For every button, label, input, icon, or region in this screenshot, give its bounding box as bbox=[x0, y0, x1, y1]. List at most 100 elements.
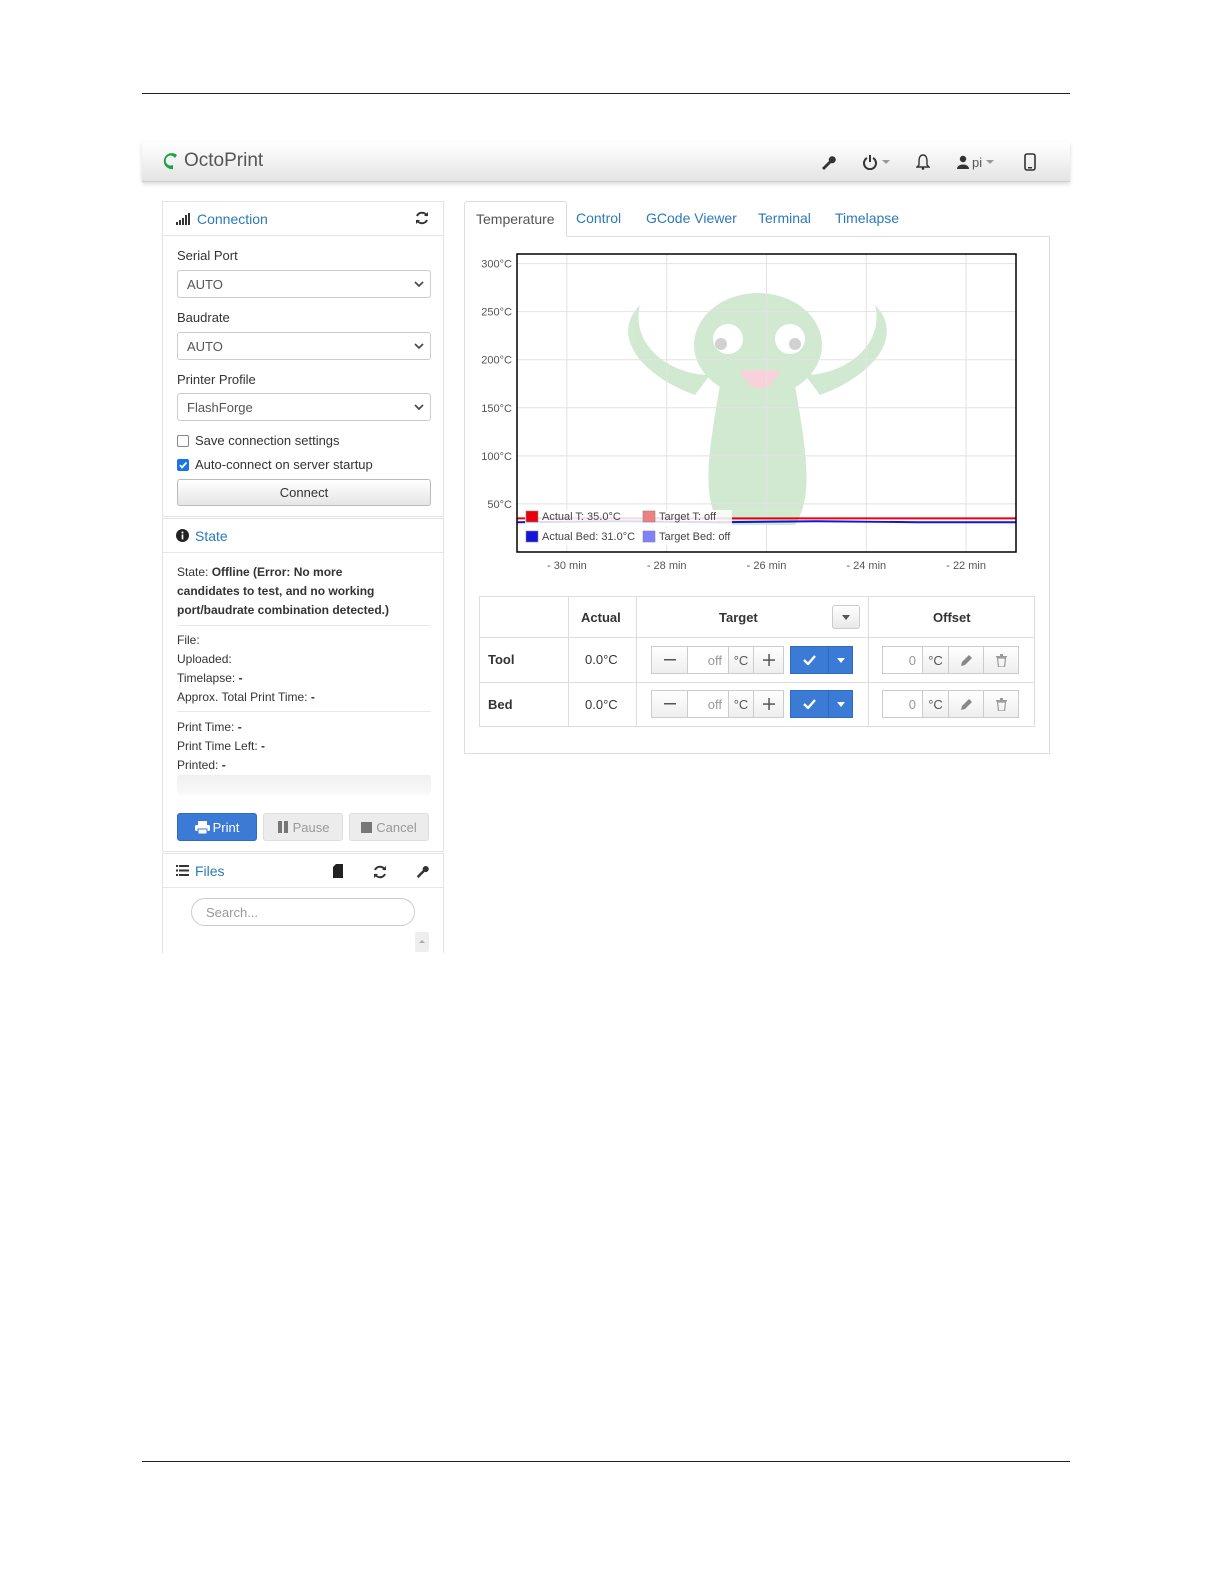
bed-offset-input[interactable]: 0 bbox=[882, 690, 923, 718]
checkbox-checked-icon bbox=[177, 458, 189, 471]
tool-decrease-button[interactable] bbox=[651, 646, 688, 674]
check-icon bbox=[803, 655, 816, 665]
bed-offset-delete-button[interactable] bbox=[983, 690, 1019, 718]
print-time-left-label: Print Time Left: bbox=[177, 739, 258, 753]
state-value-line-2: candidates to test, and no working bbox=[177, 584, 375, 598]
legend-actual-tool: Actual T: 35.0°C bbox=[542, 511, 621, 523]
connection-panel-heading[interactable]: Connection bbox=[163, 202, 443, 236]
baudrate-select[interactable]: AUTO bbox=[177, 332, 431, 360]
pause-button-label: Pause bbox=[292, 819, 330, 835]
bed-offset-edit-button[interactable] bbox=[948, 690, 984, 718]
main-tabs: Temperature Control GCode Viewer Termina… bbox=[464, 201, 1050, 237]
bed-increase-button[interactable] bbox=[753, 690, 784, 718]
connection-panel: Connection Serial Port AUTO Baudrate AUT… bbox=[162, 201, 444, 517]
x-tick-label: - 28 min bbox=[647, 560, 687, 572]
state-value-line-3: port/baudrate combination detected.) bbox=[177, 603, 390, 617]
tool-target-menu-button[interactable] bbox=[828, 646, 853, 674]
tool-actual-temp: 0.0°C bbox=[585, 652, 618, 667]
connection-title: Connection bbox=[197, 210, 268, 227]
mobile-device-icon[interactable] bbox=[1024, 152, 1036, 172]
signal-bars-icon bbox=[176, 212, 190, 225]
target-presets-dropdown[interactable] bbox=[832, 605, 860, 629]
pause-icon bbox=[277, 821, 288, 833]
notifications-bell-icon[interactable] bbox=[916, 152, 930, 172]
tool-offset-unit: °C bbox=[922, 646, 949, 674]
sd-card-icon[interactable] bbox=[333, 864, 343, 878]
tool-target-unit: °C bbox=[728, 646, 754, 674]
temperature-table: Actual Target Offset Tool 0.0°C off °C 0… bbox=[479, 596, 1035, 727]
save-connection-settings-checkbox[interactable]: Save connection settings bbox=[177, 433, 340, 448]
connect-button[interactable]: Connect bbox=[177, 479, 431, 506]
brand-name: OctoPrint bbox=[184, 150, 264, 171]
plus-icon bbox=[762, 698, 775, 710]
bed-set-target-button[interactable] bbox=[790, 690, 829, 718]
power-menu[interactable] bbox=[862, 152, 890, 172]
x-tick-label: - 26 min bbox=[747, 560, 787, 572]
state-status: State: Offline (Error: No more candidate… bbox=[177, 563, 389, 620]
printer-icon bbox=[194, 820, 210, 834]
temperature-chart: 300°C 250°C 200°C 150°C 100°C 50°C - 30 min - … bbox=[481, 253, 1017, 572]
state-panel: State State: Offline (Error: No more can… bbox=[162, 518, 444, 852]
printer-profile-label: Printer Profile bbox=[177, 372, 256, 387]
bed-target-menu-button[interactable] bbox=[828, 690, 853, 718]
tab-control[interactable]: Control bbox=[576, 201, 621, 237]
navbar: OctoPrint pi bbox=[142, 142, 1070, 182]
x-tick-label: - 22 min bbox=[946, 560, 986, 572]
bed-target-input[interactable]: off bbox=[687, 690, 729, 718]
settings-wrench-icon[interactable] bbox=[820, 152, 836, 172]
user-menu[interactable]: pi bbox=[957, 152, 995, 172]
tab-temperature[interactable]: Temperature bbox=[464, 201, 567, 237]
refresh-icon[interactable] bbox=[373, 864, 387, 880]
files-title: Files bbox=[195, 862, 225, 879]
printer-profile-select[interactable]: FlashForge bbox=[177, 393, 431, 421]
printer-profile-value: FlashForge bbox=[187, 400, 253, 415]
tool-increase-button[interactable] bbox=[753, 646, 784, 674]
tool-set-target-button[interactable] bbox=[790, 646, 829, 674]
brand[interactable]: OctoPrint bbox=[160, 150, 263, 172]
tab-timelapse[interactable]: Timelapse bbox=[835, 201, 899, 237]
caret-down-icon bbox=[836, 701, 845, 707]
legend-swatch-target-bed bbox=[642, 530, 656, 543]
tool-offset-edit-button[interactable] bbox=[948, 646, 984, 674]
header-target: Target bbox=[719, 610, 758, 625]
state-panel-heading[interactable]: State bbox=[163, 519, 443, 553]
uploaded-label: Uploaded: bbox=[177, 652, 232, 666]
progress-info: Print Time: - Print Time Left: - Printed… bbox=[177, 718, 265, 775]
legend-swatch-actual-bed bbox=[525, 530, 539, 543]
pencil-icon bbox=[960, 698, 972, 710]
user-icon bbox=[957, 155, 969, 169]
power-icon bbox=[863, 155, 877, 170]
print-button[interactable]: Print bbox=[177, 813, 257, 841]
refresh-icon[interactable] bbox=[415, 210, 429, 226]
tool-offset-delete-button[interactable] bbox=[983, 646, 1019, 674]
y-tick-label: 300°C bbox=[481, 259, 512, 271]
save-connection-settings-label: Save connection settings bbox=[195, 433, 340, 448]
state-value-line-1: Offline (Error: No more bbox=[211, 565, 343, 579]
cancel-button-label: Cancel bbox=[376, 819, 417, 835]
serial-port-value: AUTO bbox=[187, 277, 223, 292]
pause-button[interactable]: Pause bbox=[263, 813, 343, 841]
tool-offset-control: 0 °C bbox=[882, 646, 1019, 674]
file-label: File: bbox=[177, 633, 200, 647]
files-panel: Files Search... bbox=[162, 853, 444, 953]
tab-terminal[interactable]: Terminal bbox=[758, 201, 811, 237]
wrench-icon[interactable] bbox=[415, 864, 429, 878]
page-bottom-rule bbox=[142, 1461, 1070, 1462]
autoconnect-checkbox[interactable]: Auto-connect on server startup bbox=[177, 457, 373, 472]
scroll-up-arrow[interactable] bbox=[415, 932, 429, 952]
checkbox-unchecked-icon bbox=[177, 434, 189, 447]
serial-port-select[interactable]: AUTO bbox=[177, 270, 431, 298]
files-search-input[interactable]: Search... bbox=[191, 898, 415, 926]
files-panel-heading[interactable]: Files bbox=[163, 854, 443, 888]
cancel-button[interactable]: Cancel bbox=[349, 813, 429, 841]
print-time-left-value: - bbox=[261, 739, 266, 753]
trash-icon bbox=[995, 697, 1007, 711]
user-name: pi bbox=[972, 154, 983, 170]
tool-target-input[interactable]: off bbox=[687, 646, 729, 674]
tool-offset-input[interactable]: 0 bbox=[882, 646, 923, 674]
pencil-icon bbox=[960, 654, 972, 666]
y-tick-label: 200°C bbox=[481, 355, 512, 367]
tab-gcode-viewer[interactable]: GCode Viewer bbox=[646, 201, 737, 237]
bed-decrease-button[interactable] bbox=[651, 690, 688, 718]
timelapse-label: Timelapse: bbox=[177, 671, 236, 685]
